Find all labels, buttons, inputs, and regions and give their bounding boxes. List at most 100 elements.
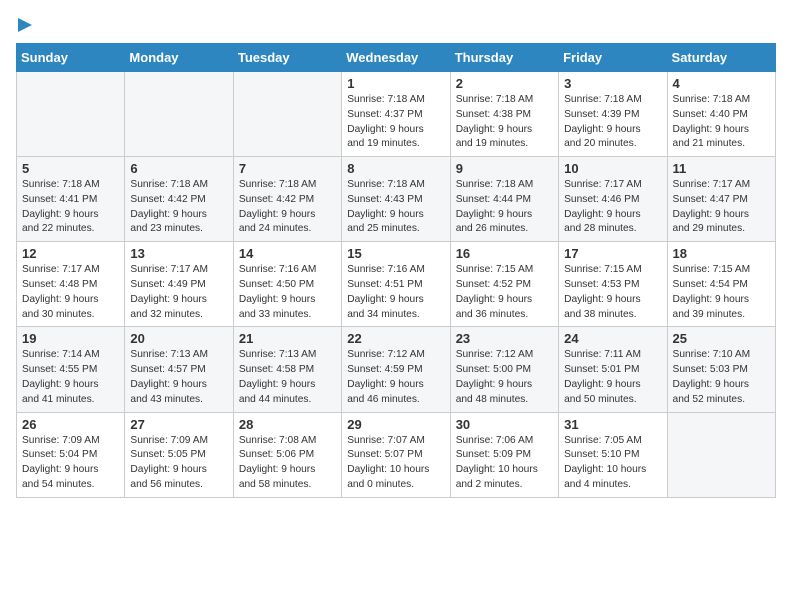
day-info: Sunrise: 7:17 AM Sunset: 4:49 PM Dayligh…: [130, 263, 227, 322]
day-number: 8: [347, 161, 444, 176]
day-info: Sunrise: 7:16 AM Sunset: 4:51 PM Dayligh…: [347, 263, 444, 322]
calendar-cell: 11 Sunrise: 7:17 AM Sunset: 4:47 PM Dayli…: [667, 157, 775, 242]
day-number: 19: [22, 331, 119, 346]
calendar-cell: 30Sunrise: 7:06 AM Sunset: 5:09 PM Dayli…: [450, 412, 558, 497]
day-number: 23: [456, 331, 553, 346]
calendar-cell: [667, 412, 775, 497]
day-info: Sunrise: 7:16 AM Sunset: 4:50 PM Dayligh…: [239, 263, 336, 322]
day-info: Sunrise: 7:11 AM Sunset: 5:01 PM Dayligh…: [564, 348, 661, 407]
calendar-header-monday: Monday: [125, 44, 233, 72]
calendar-header-row: SundayMondayTuesdayWednesdayThursdayFrid…: [17, 44, 776, 72]
calendar-cell: 31 Sunrise: 7:05 AM Sunset: 5:10 PM Dayli…: [559, 412, 667, 497]
calendar-header-wednesday: Wednesday: [342, 44, 450, 72]
calendar-header-tuesday: Tuesday: [233, 44, 341, 72]
calendar-cell: 21 Sunrise: 7:13 AM Sunset: 4:58 PM Dayli…: [233, 327, 341, 412]
calendar-cell: 4 Sunrise: 7:18 AM Sunset: 4:40 PM Daylig…: [667, 72, 775, 157]
day-number: 5: [22, 161, 119, 176]
calendar-cell: 7 Sunrise: 7:18 AM Sunset: 4:42 PM Daylig…: [233, 157, 341, 242]
day-info: Sunrise: 7:15 AM Sunset: 4:54 PM Dayligh…: [673, 263, 770, 322]
calendar-cell: 14 Sunrise: 7:16 AM Sunset: 4:50 PM Dayli…: [233, 242, 341, 327]
calendar-cell: 16 Sunrise: 7:15 AM Sunset: 4:52 PM Dayli…: [450, 242, 558, 327]
day-number: 1: [347, 76, 444, 91]
day-number: 15: [347, 246, 444, 261]
day-number: 16: [456, 246, 553, 261]
calendar-cell: 3Sunrise: 7:18 AM Sunset: 4:39 PM Daylig…: [559, 72, 667, 157]
calendar-table: SundayMondayTuesdayWednesdayThursdayFrid…: [16, 43, 776, 498]
calendar-cell: 29 Sunrise: 7:07 AM Sunset: 5:07 PM Dayli…: [342, 412, 450, 497]
day-number: 31: [564, 417, 661, 432]
day-info: Sunrise: 7:12 AM Sunset: 5:00 PM Dayligh…: [456, 348, 553, 407]
day-number: 6: [130, 161, 227, 176]
page-header: [16, 16, 776, 35]
day-info: Sunrise: 7:14 AM Sunset: 4:55 PM Dayligh…: [22, 348, 119, 407]
day-info: Sunrise: 7:17 AM Sunset: 4:47 PM Dayligh…: [673, 178, 770, 237]
day-number: 25: [673, 331, 770, 346]
calendar-week-row: 5 Sunrise: 7:18 AM Sunset: 4:41 PM Daylig…: [17, 157, 776, 242]
calendar-cell: [17, 72, 125, 157]
day-info: Sunrise: 7:18 AM Sunset: 4:40 PM Dayligh…: [673, 93, 770, 152]
day-info: Sunrise: 7:12 AM Sunset: 4:59 PM Dayligh…: [347, 348, 444, 407]
day-info: Sunrise: 7:18 AM Sunset: 4:37 PM Dayligh…: [347, 93, 444, 152]
day-info: Sunrise: 7:13 AM Sunset: 4:58 PM Dayligh…: [239, 348, 336, 407]
day-number: 2: [456, 76, 553, 91]
day-number: 11: [673, 161, 770, 176]
day-info: Sunrise: 7:07 AM Sunset: 5:07 PM Dayligh…: [347, 434, 444, 493]
day-number: 4: [673, 76, 770, 91]
day-number: 21: [239, 331, 336, 346]
calendar-cell: 15 Sunrise: 7:16 AM Sunset: 4:51 PM Dayli…: [342, 242, 450, 327]
day-number: 17: [564, 246, 661, 261]
day-number: 29: [347, 417, 444, 432]
calendar-cell: 18 Sunrise: 7:15 AM Sunset: 4:54 PM Dayli…: [667, 242, 775, 327]
day-info: Sunrise: 7:18 AM Sunset: 4:42 PM Dayligh…: [130, 178, 227, 237]
calendar-cell: 19 Sunrise: 7:14 AM Sunset: 4:55 PM Dayli…: [17, 327, 125, 412]
calendar-week-row: 26 Sunrise: 7:09 AM Sunset: 5:04 PM Dayli…: [17, 412, 776, 497]
day-info: Sunrise: 7:18 AM Sunset: 4:41 PM Dayligh…: [22, 178, 119, 237]
day-number: 22: [347, 331, 444, 346]
calendar-cell: 13 Sunrise: 7:17 AM Sunset: 4:49 PM Dayli…: [125, 242, 233, 327]
calendar-cell: 12Sunrise: 7:17 AM Sunset: 4:48 PM Dayli…: [17, 242, 125, 327]
day-info: Sunrise: 7:18 AM Sunset: 4:42 PM Dayligh…: [239, 178, 336, 237]
calendar-cell: 22 Sunrise: 7:12 AM Sunset: 4:59 PM Dayli…: [342, 327, 450, 412]
calendar-cell: 8 Sunrise: 7:18 AM Sunset: 4:43 PM Daylig…: [342, 157, 450, 242]
day-info: Sunrise: 7:06 AM Sunset: 5:09 PM Dayligh…: [456, 434, 553, 493]
day-info: Sunrise: 7:18 AM Sunset: 4:39 PM Dayligh…: [564, 93, 661, 152]
day-info: Sunrise: 7:18 AM Sunset: 4:43 PM Dayligh…: [347, 178, 444, 237]
calendar-cell: 28Sunrise: 7:08 AM Sunset: 5:06 PM Dayli…: [233, 412, 341, 497]
calendar-cell: [125, 72, 233, 157]
day-number: 18: [673, 246, 770, 261]
day-info: Sunrise: 7:10 AM Sunset: 5:03 PM Dayligh…: [673, 348, 770, 407]
day-number: 24: [564, 331, 661, 346]
day-number: 9: [456, 161, 553, 176]
day-number: 26: [22, 417, 119, 432]
day-number: 10: [564, 161, 661, 176]
day-info: Sunrise: 7:09 AM Sunset: 5:05 PM Dayligh…: [130, 434, 227, 493]
logo: [16, 16, 36, 35]
calendar-week-row: 12Sunrise: 7:17 AM Sunset: 4:48 PM Dayli…: [17, 242, 776, 327]
day-info: Sunrise: 7:09 AM Sunset: 5:04 PM Dayligh…: [22, 434, 119, 493]
calendar-cell: 9Sunrise: 7:18 AM Sunset: 4:44 PM Daylig…: [450, 157, 558, 242]
calendar-cell: 2Sunrise: 7:18 AM Sunset: 4:38 PM Daylig…: [450, 72, 558, 157]
day-info: Sunrise: 7:05 AM Sunset: 5:10 PM Dayligh…: [564, 434, 661, 493]
calendar-cell: [233, 72, 341, 157]
calendar-cell: 23 Sunrise: 7:12 AM Sunset: 5:00 PM Dayli…: [450, 327, 558, 412]
calendar-cell: 26 Sunrise: 7:09 AM Sunset: 5:04 PM Dayli…: [17, 412, 125, 497]
calendar-cell: 5 Sunrise: 7:18 AM Sunset: 4:41 PM Daylig…: [17, 157, 125, 242]
calendar-cell: 20 Sunrise: 7:13 AM Sunset: 4:57 PM Dayli…: [125, 327, 233, 412]
calendar-header-thursday: Thursday: [450, 44, 558, 72]
day-info: Sunrise: 7:08 AM Sunset: 5:06 PM Dayligh…: [239, 434, 336, 493]
calendar-cell: 17 Sunrise: 7:15 AM Sunset: 4:53 PM Dayli…: [559, 242, 667, 327]
calendar-cell: 6 Sunrise: 7:18 AM Sunset: 4:42 PM Daylig…: [125, 157, 233, 242]
day-number: 7: [239, 161, 336, 176]
day-number: 14: [239, 246, 336, 261]
day-info: Sunrise: 7:17 AM Sunset: 4:46 PM Dayligh…: [564, 178, 661, 237]
day-number: 27: [130, 417, 227, 432]
day-number: 13: [130, 246, 227, 261]
calendar-week-row: 19 Sunrise: 7:14 AM Sunset: 4:55 PM Dayli…: [17, 327, 776, 412]
day-info: Sunrise: 7:13 AM Sunset: 4:57 PM Dayligh…: [130, 348, 227, 407]
calendar-cell: 24 Sunrise: 7:11 AM Sunset: 5:01 PM Dayli…: [559, 327, 667, 412]
calendar-cell: 10 Sunrise: 7:17 AM Sunset: 4:46 PM Dayli…: [559, 157, 667, 242]
day-number: 20: [130, 331, 227, 346]
calendar-cell: 27 Sunrise: 7:09 AM Sunset: 5:05 PM Dayli…: [125, 412, 233, 497]
day-info: Sunrise: 7:15 AM Sunset: 4:53 PM Dayligh…: [564, 263, 661, 322]
day-info: Sunrise: 7:15 AM Sunset: 4:52 PM Dayligh…: [456, 263, 553, 322]
